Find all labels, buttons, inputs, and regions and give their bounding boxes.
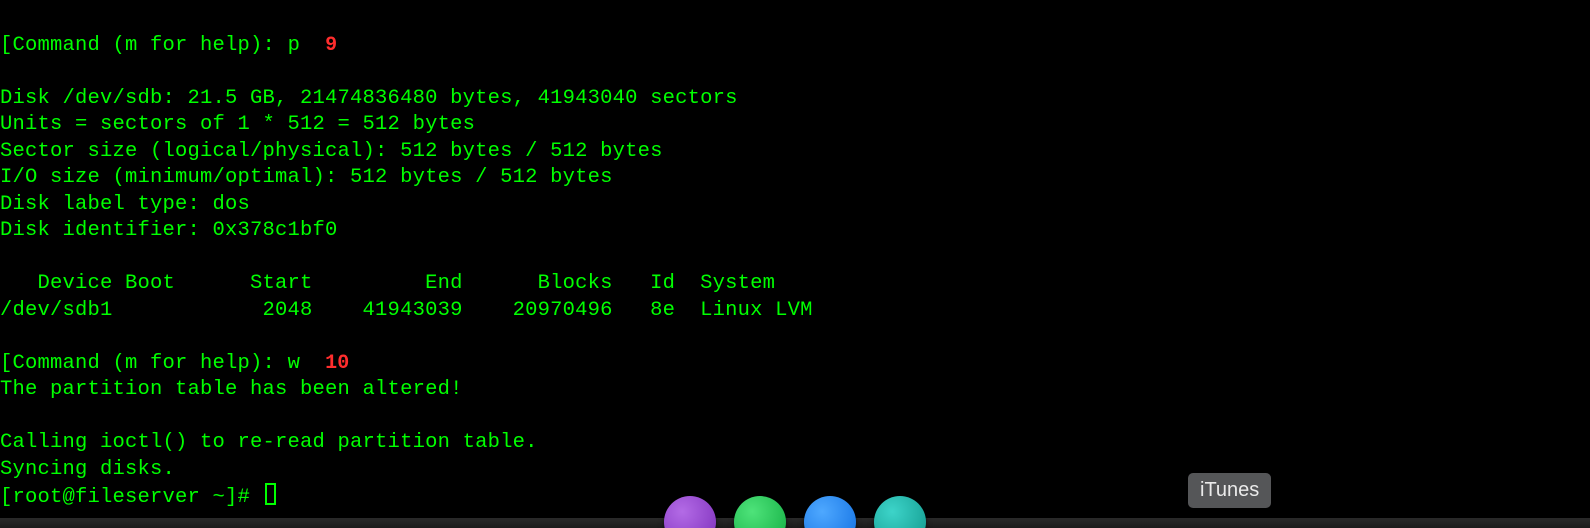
annotation-10: 10 <box>325 352 349 375</box>
out2-line-2: Calling ioctl() to re-read partition tab… <box>0 431 538 454</box>
user-input: p <box>288 34 301 57</box>
dock-icons <box>664 496 926 528</box>
dock-tooltip: iTunes <box>1188 473 1271 509</box>
bracket-icon: [ <box>0 352 13 375</box>
shell-prompt[interactable]: [root@fileserver ~]# <box>0 486 276 509</box>
disk-line-2: Units = sectors of 1 * 512 = 512 bytes <box>0 113 475 136</box>
shell-prompt-text: root@fileserver ~]# <box>13 486 263 509</box>
user-input: w <box>288 352 301 375</box>
fdisk-prompt-2: [Command (m for help): w 10 <box>0 352 350 375</box>
fdisk-prompt-1: [Command (m for help): p 9 <box>0 34 337 57</box>
out2-line-3: Syncing disks. <box>0 458 175 481</box>
cursor-icon <box>265 483 276 505</box>
disk-line-3: Sector size (logical/physical): 512 byte… <box>0 140 663 163</box>
partition-row-1: /dev/sdb1 2048 41943039 20970496 8e Linu… <box>0 299 813 322</box>
disk-line-6: Disk identifier: 0x378c1bf0 <box>0 219 338 242</box>
dock-app-icon[interactable] <box>804 496 856 528</box>
partition-table-header: Device Boot Start End Blocks Id System <box>0 272 775 295</box>
prompt-text: Command (m for help): <box>13 34 288 57</box>
bracket-icon: [ <box>0 486 13 509</box>
out2-line-1: The partition table has been altered! <box>0 378 463 401</box>
disk-line-1: Disk /dev/sdb: 21.5 GB, 21474836480 byte… <box>0 87 738 110</box>
disk-line-4: I/O size (minimum/optimal): 512 bytes / … <box>0 166 613 189</box>
dock-app-icon[interactable] <box>874 496 926 528</box>
terminal-output[interactable]: [Command (m for help): p 9 Disk /dev/sdb… <box>0 0 1590 512</box>
dock-app-icon[interactable] <box>734 496 786 528</box>
dock-app-icon[interactable] <box>664 496 716 528</box>
prompt-text: Command (m for help): <box>13 352 288 375</box>
bracket-icon: [ <box>0 34 13 57</box>
disk-line-5: Disk label type: dos <box>0 193 250 216</box>
annotation-9: 9 <box>325 34 337 57</box>
